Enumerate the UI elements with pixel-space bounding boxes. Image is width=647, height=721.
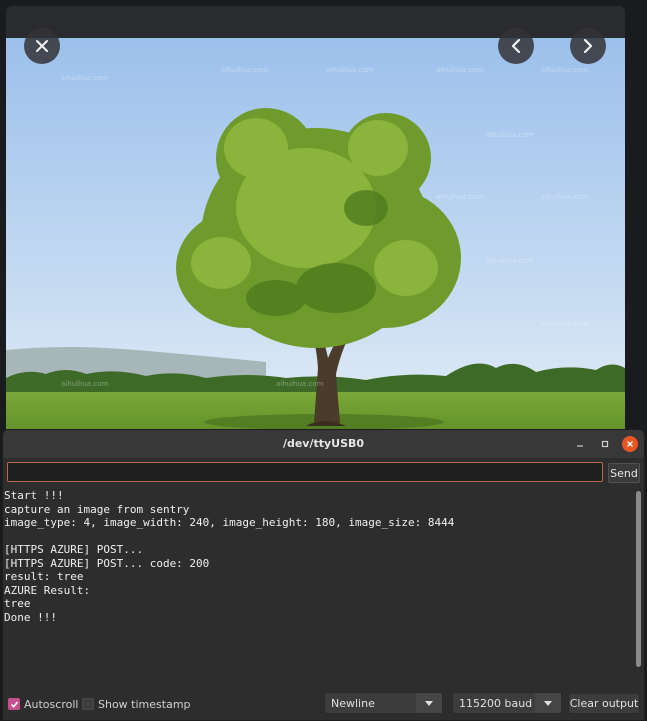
output-line: [HTTPS AZURE] POST... code: 200 bbox=[4, 556, 210, 570]
watermark: aihuihua.com bbox=[486, 131, 534, 139]
send-message-input[interactable] bbox=[7, 462, 603, 482]
watermark: aihuihua.com bbox=[541, 193, 589, 201]
close-icon bbox=[36, 40, 48, 52]
output-line: [HTTPS AZURE] POST... bbox=[4, 543, 144, 556]
clear-output-button[interactable]: Clear output bbox=[568, 693, 640, 714]
close-viewer-button[interactable] bbox=[24, 28, 60, 64]
minimize-icon bbox=[577, 445, 583, 447]
caret-down-icon bbox=[425, 700, 433, 706]
watermark: aihuihua.com bbox=[436, 193, 484, 201]
output-line: image_type: 4, image_width: 240, image_h… bbox=[4, 516, 455, 529]
baud-rate-value: 115200 baud bbox=[459, 697, 533, 710]
output-line: Start !!! bbox=[4, 489, 64, 502]
baud-rate-select[interactable]: 115200 baud bbox=[452, 692, 562, 714]
watermark: aihuihua.com bbox=[436, 66, 484, 74]
output-line: tree bbox=[4, 597, 31, 610]
monitor-footer: Autoscroll Show timestamp Newline 115200… bbox=[3, 688, 644, 720]
show-timestamp-label: Show timestamp bbox=[98, 698, 191, 711]
tree-photo bbox=[6, 38, 625, 438]
chevron-left-icon bbox=[511, 38, 521, 54]
watermark: aihuihua.com bbox=[221, 66, 269, 74]
minimize-button[interactable] bbox=[572, 436, 588, 452]
output-line: Done !!! bbox=[4, 610, 57, 624]
image-viewer: aihuihua.com aihuihua.com aihuihua.com a… bbox=[6, 6, 625, 438]
output-line: result: tree bbox=[4, 570, 84, 583]
output-scrollbar[interactable] bbox=[636, 491, 641, 667]
serial-output-area[interactable]: Start !!! capture an image from sentry ima… bbox=[3, 489, 635, 685]
serial-monitor-window: /dev/ttyUSB0 Send Start !!! capture an im… bbox=[2, 429, 645, 721]
maximize-button[interactable] bbox=[597, 436, 613, 452]
line-ending-value: Newline bbox=[331, 697, 375, 710]
watermark: aihuihua.com bbox=[541, 66, 589, 74]
next-image-button[interactable] bbox=[570, 28, 606, 64]
autoscroll-checkbox[interactable] bbox=[8, 698, 20, 710]
send-button[interactable]: Send bbox=[608, 463, 640, 483]
watermark: aihuihua.com bbox=[541, 320, 589, 328]
caret-down-icon bbox=[544, 700, 552, 706]
title-bar: /dev/ttyUSB0 bbox=[3, 430, 644, 458]
autoscroll-label: Autoscroll bbox=[24, 698, 79, 711]
previous-image-button[interactable] bbox=[498, 28, 534, 64]
show-timestamp-checkbox[interactable] bbox=[82, 698, 94, 710]
watermark: aihuihua.com bbox=[326, 66, 374, 74]
watermark: aihuihua.com bbox=[61, 380, 109, 388]
output-line: capture an image from sentry bbox=[4, 502, 190, 516]
maximize-icon bbox=[601, 440, 609, 448]
close-icon bbox=[627, 441, 633, 447]
output-line: AZURE Result: bbox=[4, 583, 91, 597]
watermark: aihuihua.com bbox=[276, 380, 324, 388]
chevron-right-icon bbox=[583, 38, 593, 54]
checkmark-icon bbox=[10, 701, 18, 708]
window-title: /dev/ttyUSB0 bbox=[282, 437, 365, 450]
watermark: aihuihua.com bbox=[486, 257, 534, 265]
line-ending-select[interactable]: Newline bbox=[324, 692, 443, 714]
watermark: aihuihua.com bbox=[61, 74, 109, 82]
close-window-button[interactable] bbox=[622, 436, 638, 452]
